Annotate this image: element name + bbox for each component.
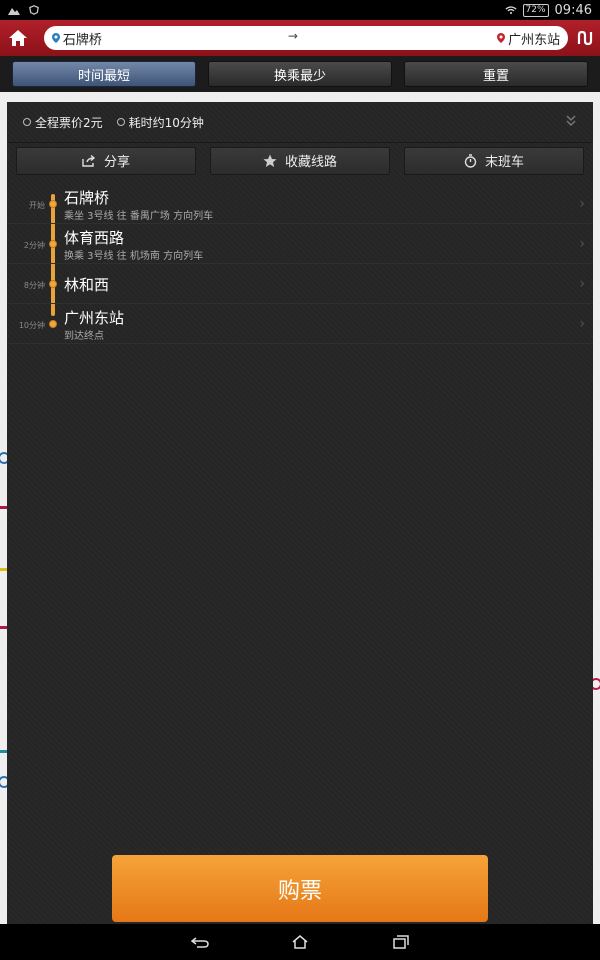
recent-apps-icon — [393, 935, 409, 949]
nav-home-button[interactable] — [286, 932, 314, 952]
last-train-button[interactable]: 末班车 — [404, 146, 584, 175]
stop-description: 换乘 3号线 往 机场南 方向列车 — [64, 251, 204, 262]
clock: 09:46 — [554, 2, 592, 18]
to-station-label: 广州东站 — [508, 32, 561, 48]
start-pin-icon — [51, 33, 60, 43]
to-station[interactable]: 广州东站 — [497, 29, 560, 48]
collapse-chevron-icon[interactable] — [565, 114, 577, 131]
image-notification-icon — [8, 8, 20, 15]
fare-info: 全程票价2元 — [23, 114, 103, 131]
favorite-route-button[interactable]: 收藏线路 — [210, 146, 390, 175]
stop-time: 2分钟 — [23, 241, 45, 250]
chevron-right-icon: › — [579, 276, 585, 292]
chevron-right-icon: › — [579, 236, 585, 252]
system-nav-bar — [0, 924, 600, 960]
back-button[interactable] — [186, 932, 214, 952]
stop-name: 林和西 — [64, 276, 110, 294]
stop-item[interactable]: 开始 石牌桥 乘坐 3号线 往 番禺广场 方向列车 › — [7, 184, 593, 224]
stopwatch-icon — [464, 153, 477, 168]
stop-item[interactable]: 10分钟 广州东站 到达终点 › — [7, 304, 593, 344]
end-pin-icon — [497, 33, 506, 43]
stop-description: 乘坐 3号线 往 番禺广场 方向列车 — [64, 211, 214, 222]
wifi-icon — [504, 6, 517, 15]
last-train-label: 末班车 — [484, 155, 524, 170]
tab-fewest-transfers[interactable]: 换乘最少 — [208, 61, 392, 87]
stop-list: 开始 石牌桥 乘坐 3号线 往 番禺广场 方向列车 › 2分钟 体育西路 换乘 … — [7, 184, 593, 344]
stop-item[interactable]: 2分钟 体育西路 换乘 3号线 往 机场南 方向列车 › — [7, 224, 593, 264]
share-button[interactable]: 分享 — [16, 146, 196, 175]
fare-text: 全程票价2元 — [35, 115, 103, 130]
shield-notification-icon — [29, 5, 39, 15]
duration-text: 耗时约10分钟 — [128, 115, 204, 130]
stop-name: 石牌桥 — [64, 189, 110, 207]
route-options-tabs: 时间最短 换乘最少 重置 — [0, 56, 600, 92]
clock-icon — [116, 118, 125, 126]
share-label: 分享 — [103, 155, 130, 170]
stop-name: 体育西路 — [64, 229, 125, 247]
star-icon — [263, 154, 277, 167]
back-icon — [191, 937, 209, 948]
route-input-bar[interactable]: 石牌桥 → 广州东站 — [43, 26, 569, 50]
stop-dot — [49, 320, 57, 328]
stop-time: 开始 — [29, 201, 45, 210]
direction-arrow: → — [287, 29, 298, 43]
swap-stations-button[interactable] — [570, 20, 600, 56]
stop-item[interactable]: 8分钟 林和西 › — [7, 264, 593, 304]
tab-reset[interactable]: 重置 — [404, 61, 588, 87]
route-detail-panel: 全程票价2元 耗时约10分钟 分享 收藏线路 末班车 开始 石牌桥 乘坐 3号线… — [7, 102, 593, 924]
tab-shortest-time[interactable]: 时间最短 — [12, 61, 196, 87]
duration-info: 耗时约10分钟 — [116, 114, 204, 131]
transfer-dot — [49, 240, 57, 248]
stop-time: 10分钟 — [18, 321, 45, 330]
chevron-right-icon: › — [579, 196, 585, 212]
stop-time: 8分钟 — [23, 281, 45, 290]
share-icon — [82, 154, 96, 167]
stop-description: 到达终点 — [64, 331, 104, 342]
home-icon — [8, 30, 27, 46]
battery-indicator: 72% — [522, 3, 549, 17]
stop-dot — [49, 200, 57, 208]
recent-apps-button[interactable] — [386, 932, 414, 952]
top-bar: 石牌桥 → 广州东站 — [0, 20, 600, 56]
status-bar: 72% 09:46 — [0, 0, 600, 20]
from-station-label: 石牌桥 — [62, 32, 102, 48]
stop-dot — [49, 280, 57, 288]
stop-name: 广州东站 — [64, 309, 125, 327]
route-actions: 分享 收藏线路 末班车 — [7, 142, 593, 178]
home-outline-icon — [292, 935, 308, 949]
from-station[interactable]: 石牌桥 — [51, 29, 102, 48]
chevron-right-icon: › — [579, 316, 585, 332]
fare-icon — [23, 118, 31, 126]
route-summary: 全程票价2元 耗时约10分钟 — [7, 102, 593, 142]
buy-ticket-button[interactable]: 购票 — [112, 855, 488, 922]
swap-icon — [577, 30, 593, 46]
favorite-label: 收藏线路 — [284, 155, 337, 170]
home-button[interactable] — [0, 20, 36, 56]
